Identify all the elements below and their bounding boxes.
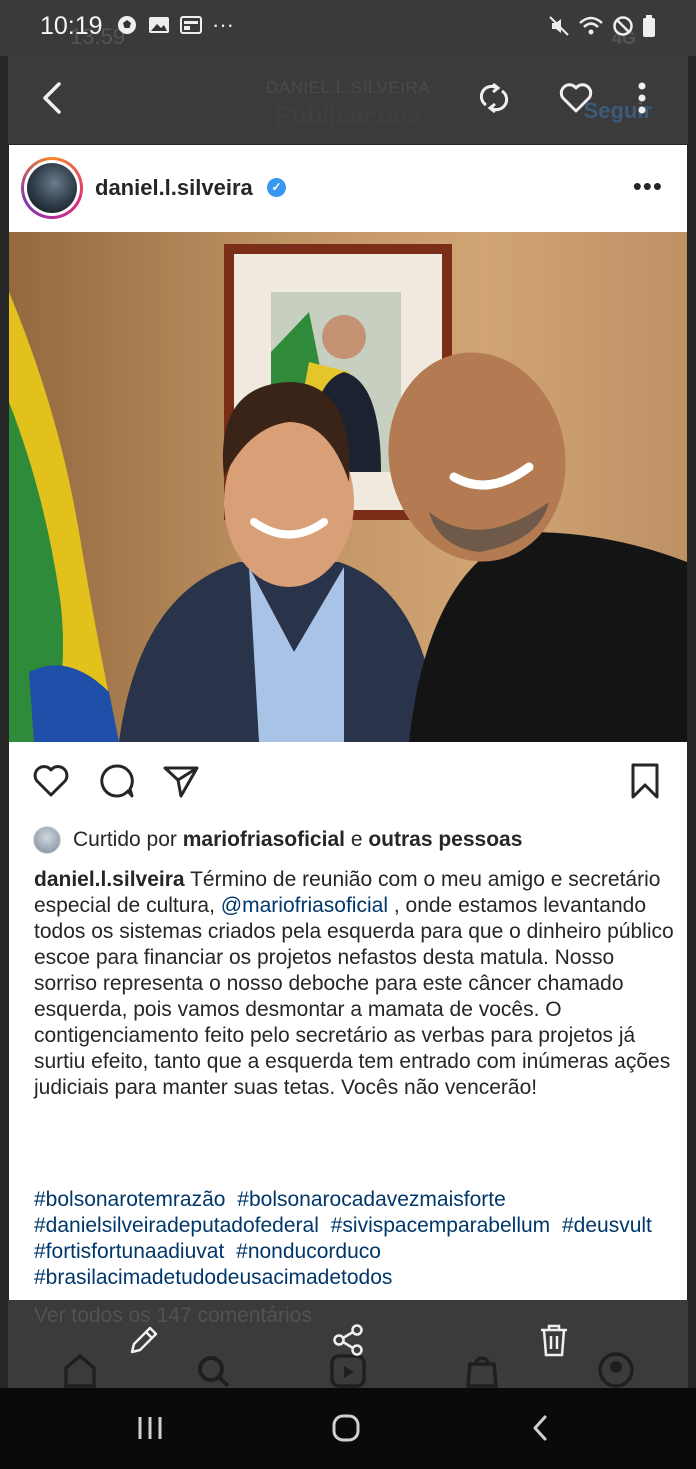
liked-by-avatar [33,826,61,854]
liked-by-others[interactable]: outras pessoas [368,828,522,852]
notification-icons: ··· [116,14,234,36]
send-icon[interactable] [161,761,201,801]
post-caption: daniel.l.silveira Término de reunião com… [34,867,674,1101]
post-photo[interactable] [9,232,687,742]
gallery-viewer: 13:59 10:19 ··· 4G DANIEL.L.SILVEIRA Pub… [0,0,696,1469]
share-icon[interactable] [330,1322,366,1358]
liked-by-conjunction: e [350,828,363,851]
liked-by-user[interactable]: mariofriasoficial [183,828,345,852]
profile-icon [598,1352,634,1388]
hashtag[interactable]: #brasilacimadetudodeusacimadetodos [34,1266,392,1289]
avatar[interactable] [21,157,83,219]
home-icon [64,1353,96,1388]
system-back-button[interactable] [520,1410,560,1446]
back-button[interactable] [34,78,74,118]
post-more-icon[interactable]: ••• [633,171,663,202]
viewer-toolbar: Ver todos os 147 comentários [8,1300,688,1388]
status-time: 10:19 [40,12,103,40]
rotate-button[interactable] [474,78,514,118]
pencil-icon[interactable] [126,1322,162,1358]
android-navigation-bar [0,1388,696,1469]
caption-username[interactable]: daniel.l.silveira [34,868,185,891]
more-notifications-icon: ··· [212,12,234,37]
liked-by-row[interactable]: Curtido por mariofriasoficial e outras p… [33,823,522,857]
wifi-icon [579,16,603,35]
mute-icon [549,16,569,36]
like-icon[interactable] [31,761,71,801]
image-icon [149,17,169,33]
status-bar: 13:59 10:19 ··· 4G [0,0,696,56]
hashtag[interactable]: #deusvult [562,1214,652,1237]
recent-apps-icon [138,1417,162,1439]
recent-apps-button[interactable] [130,1410,170,1446]
hashtag[interactable]: #danielsilveiradeputadofederal [34,1214,319,1237]
favorite-button[interactable] [556,78,596,118]
rotate-icon [479,82,509,114]
verified-badge-icon: ✓ [267,178,286,197]
search-icon [198,1356,230,1388]
hashtag-list: #bolsonarotemrazão #bolsonarocadavezmais… [34,1187,674,1291]
post-actions [9,757,687,807]
post-card: daniel.l.silveira ✓ ••• Curtido por mari… [9,145,687,1300]
do-not-disturb-icon [613,16,633,36]
liked-by-prefix: Curtido por [73,828,177,851]
home-button[interactable] [326,1410,366,1446]
system-icons [548,14,656,38]
hashtag[interactable]: #bolsonarotemrazão [34,1188,225,1211]
hashtag[interactable]: #fortisfortunaadiuvat [34,1240,224,1263]
shop-icon [466,1356,498,1388]
post-header-bar: DANIEL.L.SILVEIRA Publicações Seguir [8,56,688,144]
comment-icon[interactable] [97,761,137,801]
hashtag[interactable]: #nonducorduco [236,1240,381,1263]
more-vertical-icon [638,82,646,114]
caption-text-2: , onde estamos levantando todos os siste… [34,894,674,1099]
post-photo-illustration [9,232,687,742]
soccer-ball-icon [118,16,136,34]
more-options-button[interactable] [622,78,662,118]
view-comments-link[interactable]: Ver todos os 147 comentários [34,1304,312,1328]
trash-icon[interactable] [536,1322,572,1358]
chevron-left-icon [533,1415,547,1441]
heart-outline-icon [559,83,593,113]
bookmark-icon[interactable] [625,761,665,801]
battery-icon [643,15,655,37]
caption-mention[interactable]: @mariofriasoficial [221,894,388,917]
hashtag[interactable]: #sivispacemparabellum [331,1214,550,1237]
post-username[interactable]: daniel.l.silveira [95,175,253,201]
home-circle-icon [332,1414,360,1442]
back-arrow-icon [43,82,61,114]
calendar-icon [180,16,202,34]
hashtag[interactable]: #bolsonarocadavezmaisforte [237,1188,506,1211]
